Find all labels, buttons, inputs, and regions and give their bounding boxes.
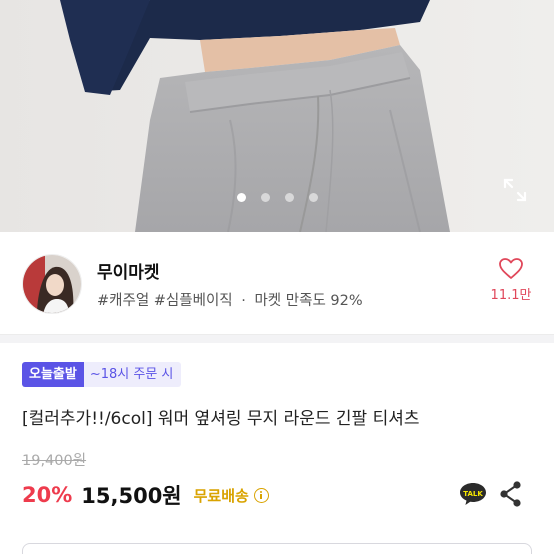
svg-text:TALK: TALK: [463, 490, 483, 498]
original-price: 19,400원: [22, 453, 87, 469]
expand-icon[interactable]: [500, 175, 530, 205]
badge-today-shipping: 오늘출발: [22, 362, 84, 387]
pagination-dot[interactable]: [260, 193, 270, 202]
section-divider: [0, 334, 554, 343]
pagination-dot[interactable]: [236, 193, 246, 202]
product-image[interactable]: [0, 0, 554, 232]
price-row: 20% 15,500원 무료배송: [22, 480, 269, 510]
seller-tag[interactable]: #캐주얼: [97, 293, 149, 309]
like-count: 11.1만: [490, 288, 532, 303]
heart-icon: [499, 258, 523, 279]
delivery-badge: 오늘출발 ~18시 주문 시: [22, 362, 182, 387]
product-title: [컬러추가!!/6col] 워머 옆셔링 무지 라운드 긴팔 티셔츠: [22, 409, 420, 429]
meta-separator: ·: [241, 293, 246, 309]
info-icon[interactable]: [253, 487, 269, 503]
share-icon[interactable]: [498, 480, 524, 508]
sale-price: 15,500원: [81, 484, 182, 508]
shipping-label: 무료배송: [194, 485, 269, 506]
talk-icon[interactable]: TALK: [458, 481, 488, 507]
image-pagination: [0, 193, 554, 202]
seller-avatar[interactable]: [22, 254, 82, 314]
seller-name[interactable]: 무이마켓: [97, 258, 160, 283]
like-button[interactable]: 11.1만: [487, 257, 535, 303]
pagination-dot[interactable]: [308, 193, 318, 202]
seller-satisfaction: 마켓 만족도 92%: [254, 293, 363, 309]
seller-meta: #캐주얼 #심플베이직 · 마켓 만족도 92%: [97, 289, 363, 310]
option-select-box[interactable]: [22, 543, 532, 554]
badge-order-deadline: ~18시 주문 시: [83, 362, 182, 387]
seller-section: 무이마켓 #캐주얼 #심플베이직 · 마켓 만족도 92% 11.1만: [0, 232, 554, 334]
pagination-dot[interactable]: [284, 193, 294, 202]
seller-tag[interactable]: #심플베이직: [154, 293, 233, 309]
shipping-text: 무료배송: [193, 486, 249, 505]
discount-rate: 20%: [22, 483, 73, 507]
